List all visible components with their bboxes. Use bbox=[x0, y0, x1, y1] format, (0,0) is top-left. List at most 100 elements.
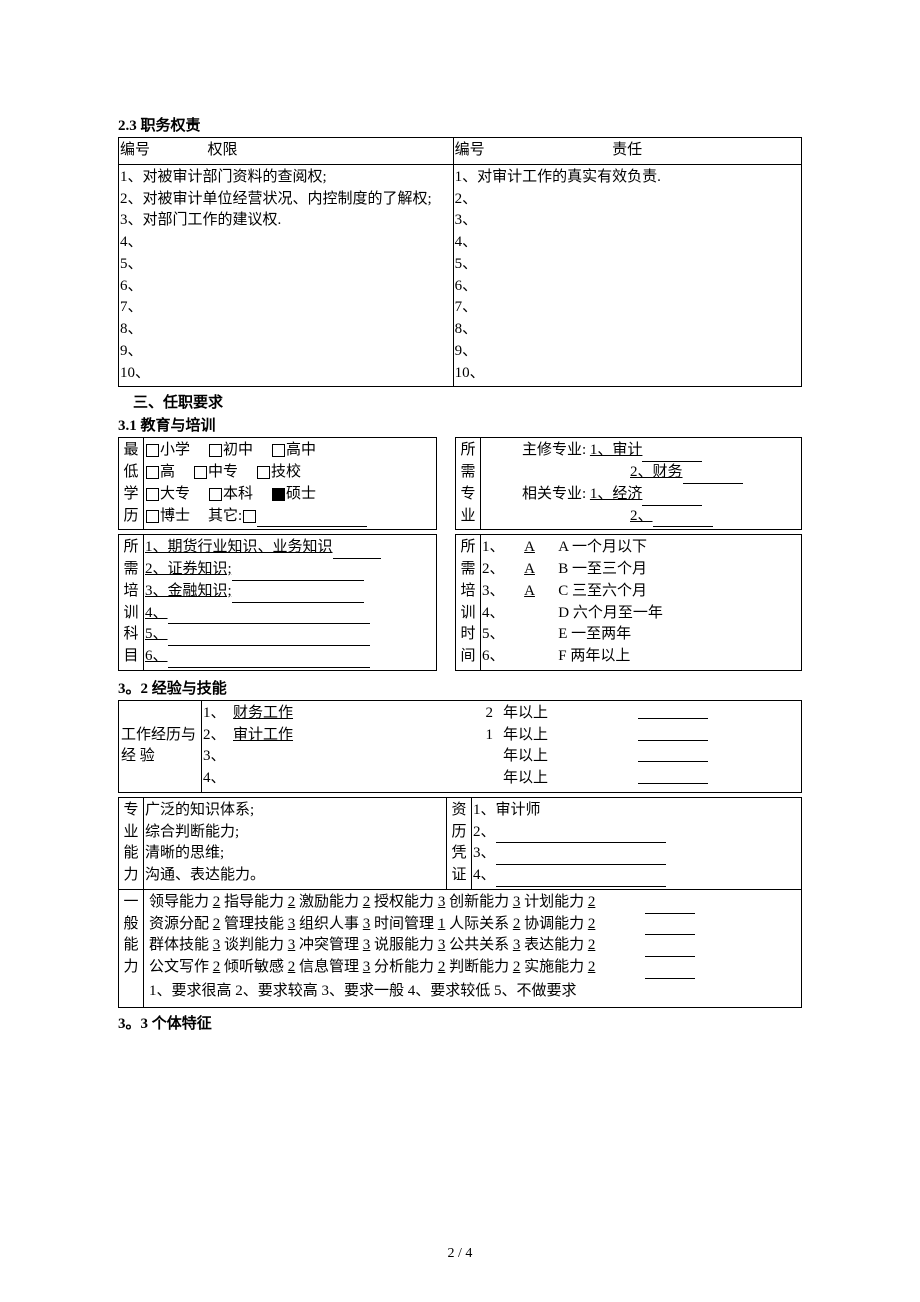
sec32-work-cell: 1、财务工作2年以上2、审计工作1年以上3、年以上4、年以上 bbox=[202, 700, 802, 792]
major-value: 1、审计 bbox=[590, 442, 643, 458]
checkbox-icon[interactable] bbox=[146, 444, 159, 457]
blank-line[interactable] bbox=[638, 703, 708, 719]
ability-score: 2 bbox=[588, 959, 596, 975]
ability-name: 判断能力 bbox=[449, 959, 509, 975]
checkbox-icon[interactable] bbox=[209, 444, 222, 457]
edu-option: 小学 bbox=[160, 442, 190, 458]
sec32-pro-cell: 广泛的知识体系;综合判断能力;清晰的思维;沟通、表达能力。 bbox=[144, 797, 447, 889]
sec23-title: 2.3 职务权责 bbox=[118, 114, 802, 135]
checkbox-icon[interactable] bbox=[257, 466, 270, 479]
blank-line[interactable] bbox=[496, 849, 666, 865]
time-num: 6、 bbox=[482, 648, 505, 664]
ability-name: 领导能力 bbox=[149, 894, 209, 910]
cert-item: 2、 bbox=[473, 824, 496, 840]
ability-score: 2 bbox=[588, 894, 596, 910]
edu-option: 初中 bbox=[223, 442, 253, 458]
list-item: 4、 bbox=[120, 232, 452, 254]
time-selection[interactable]: A bbox=[505, 559, 555, 581]
list-item: 5、 bbox=[455, 254, 800, 276]
pro-label: 专业能力 bbox=[120, 800, 142, 887]
work-name bbox=[233, 768, 453, 790]
time-option: F 两年以上 bbox=[558, 648, 630, 664]
blank-line[interactable] bbox=[638, 725, 708, 741]
ability-name: 说服能力 bbox=[374, 937, 434, 953]
gen-scale: 1、要求很高 2、要求较高 3、要求一般 4、要求较低 5、不做要求 bbox=[145, 979, 800, 1005]
edu-option: 高 bbox=[160, 464, 175, 480]
list-item: 1、对审计工作的真实有效负责. bbox=[455, 167, 800, 189]
checkbox-icon[interactable] bbox=[146, 510, 159, 523]
blank-line[interactable] bbox=[645, 898, 695, 914]
ability-score: 2 bbox=[588, 937, 596, 953]
gen-label: 一般能力 bbox=[120, 892, 142, 979]
blank-line[interactable] bbox=[638, 768, 708, 784]
work-num: 2、 bbox=[203, 725, 233, 747]
edu-option: 硕士 bbox=[286, 486, 316, 502]
ability-name: 群体技能 bbox=[149, 937, 209, 953]
ability-name: 创新能力 bbox=[449, 894, 509, 910]
list-item: 2、对被审计单位经营状况、内控制度的了解权; bbox=[120, 189, 452, 211]
list-item: 10、 bbox=[455, 363, 800, 385]
ability-name: 公文写作 bbox=[149, 959, 209, 975]
list-item: 9、 bbox=[455, 341, 800, 363]
blank-line[interactable] bbox=[257, 511, 367, 527]
sec3-title: 三、任职要求 bbox=[118, 391, 802, 412]
ability-score: 3 bbox=[363, 937, 371, 953]
time-selection[interactable]: A bbox=[505, 581, 555, 603]
blank-line[interactable] bbox=[496, 871, 666, 887]
edu-option: 高中 bbox=[286, 442, 316, 458]
sec32-gen-cell: 领导能力 2 指导能力 2 激励能力 2 授权能力 3 创新能力 3 计划能力 … bbox=[145, 892, 800, 979]
list-item: 7、 bbox=[455, 297, 800, 319]
sec31-train-table: 所需培训科目 1、期货行业知识、业务知识2、证券知识;3、金融知识;4、5、6、… bbox=[118, 534, 802, 671]
cert-item: 3、 bbox=[473, 845, 496, 861]
checkbox-icon[interactable] bbox=[272, 488, 285, 501]
list-item: 10、 bbox=[120, 363, 452, 385]
sec31-major-cell: 主修专业: 1、审计2、财务相关专业: 1、经济2、 bbox=[481, 438, 802, 530]
sec23-right-cell: 1、对审计工作的真实有效负责.2、3、4、5、6、7、8、9、10、 bbox=[453, 164, 801, 387]
pro-item: 清晰的思维; bbox=[145, 843, 445, 865]
major-label: 主修专业: bbox=[522, 442, 586, 458]
ability-name: 激励能力 bbox=[299, 894, 359, 910]
ability-score: 2 bbox=[588, 916, 596, 932]
ability-name: 分析能力 bbox=[374, 959, 434, 975]
major-label: 相关专业: bbox=[522, 486, 586, 502]
ability-score: 2 bbox=[438, 959, 446, 975]
list-item: 1、对被审计部门资料的查阅权; bbox=[120, 167, 452, 189]
work-name: 财务工作 bbox=[233, 703, 453, 725]
blank-line[interactable] bbox=[645, 941, 695, 957]
checkbox-icon[interactable] bbox=[146, 488, 159, 501]
list-item: 6、 bbox=[120, 276, 452, 298]
time-option: D 六个月至一年 bbox=[558, 605, 663, 621]
ability-name: 实施能力 bbox=[524, 959, 584, 975]
checkbox-icon[interactable] bbox=[146, 466, 159, 479]
train-item: 2、证券知识; bbox=[145, 561, 232, 577]
checkbox-icon[interactable] bbox=[209, 488, 222, 501]
edu-label: 最低学历 bbox=[120, 440, 142, 527]
list-item: 9、 bbox=[120, 341, 452, 363]
blank-line[interactable] bbox=[496, 827, 666, 843]
ability-score: 3 bbox=[438, 937, 446, 953]
train-label: 所需培训科目 bbox=[120, 537, 142, 668]
sec23-left-cell: 1、对被审计部门资料的查阅权;2、对被审计单位经营状况、内控制度的了解权;3、对… bbox=[119, 164, 454, 387]
blank-line[interactable] bbox=[645, 919, 695, 935]
blank-line[interactable] bbox=[645, 963, 695, 979]
ability-name: 人际关系 bbox=[449, 916, 509, 932]
sec32-cert-cell: 1、审计师2、3、4、 bbox=[472, 797, 802, 889]
checkbox-icon[interactable] bbox=[243, 510, 256, 523]
checkbox-icon[interactable] bbox=[272, 444, 285, 457]
sec23-right-h1: 编号 bbox=[455, 142, 485, 158]
work-suffix: 年以上 bbox=[503, 725, 548, 747]
edu-option: 技校 bbox=[271, 464, 301, 480]
ability-name: 协调能力 bbox=[524, 916, 584, 932]
ability-score: 3 bbox=[513, 937, 521, 953]
time-selection[interactable]: A bbox=[505, 537, 555, 559]
blank-line[interactable] bbox=[638, 746, 708, 762]
work-years bbox=[453, 768, 503, 790]
ability-name: 时间管理 bbox=[374, 916, 434, 932]
edu-option: 博士 bbox=[160, 508, 190, 524]
ability-name: 公共关系 bbox=[449, 937, 509, 953]
major-value: 2、 bbox=[630, 508, 653, 524]
train-item: 3、金融知识; bbox=[145, 583, 232, 599]
train-item: 1、期货行业知识、业务知识 bbox=[145, 539, 333, 555]
checkbox-icon[interactable] bbox=[194, 466, 207, 479]
work-label: 工作经历与 经 验 bbox=[121, 725, 199, 769]
